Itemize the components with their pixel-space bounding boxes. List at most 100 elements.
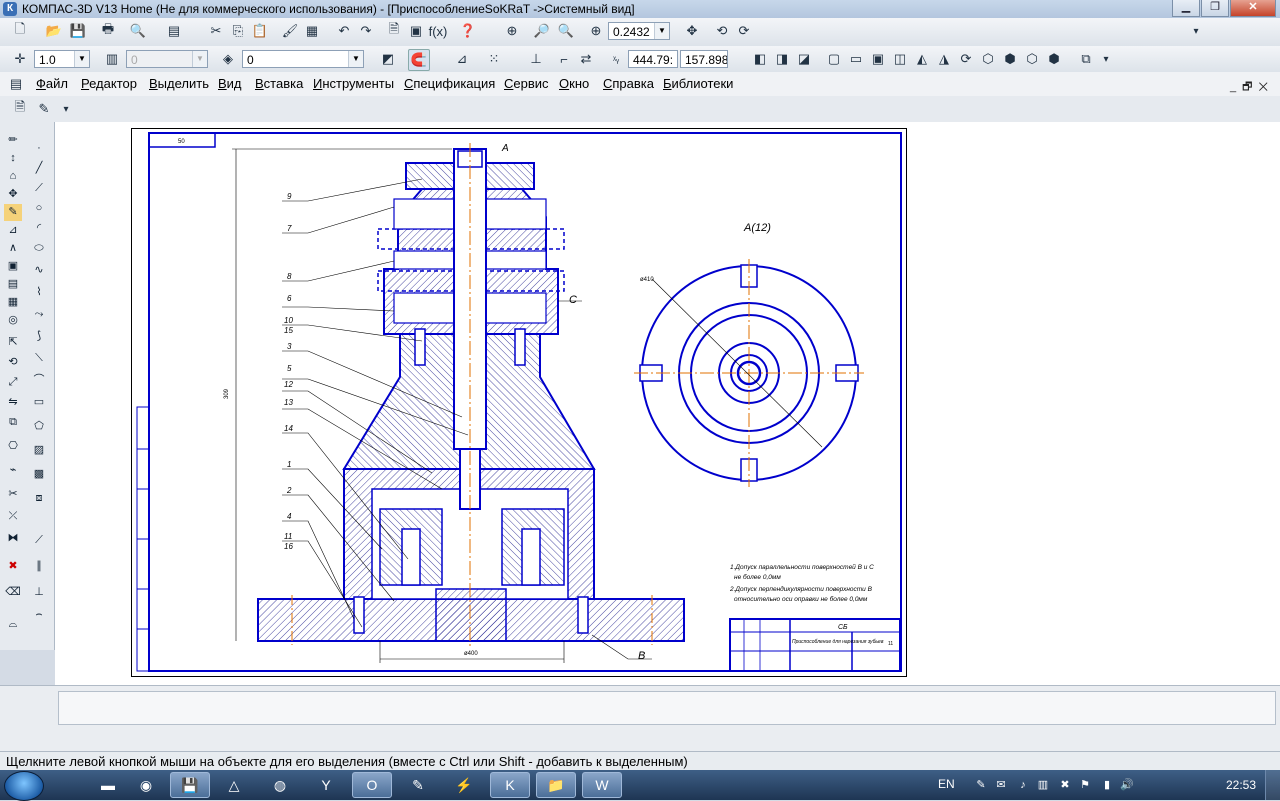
redo-icon[interactable]: ↷ [356, 21, 376, 41]
measure-icon[interactable]: ⊿ [4, 222, 22, 239]
tray-messenger-icon[interactable]: ✉ [994, 778, 1008, 792]
cube-icon[interactable]: ⬡ [978, 49, 998, 69]
deform-icon[interactable]: ⎔ [4, 438, 22, 455]
taskbar-app-kompas-icon[interactable]: K [490, 772, 530, 798]
print-preview-icon[interactable]: 🔍 [128, 21, 148, 41]
coord-x-field[interactable]: 444.79: [628, 50, 678, 68]
show-desktop-button[interactable] [1265, 770, 1280, 800]
manager-icon[interactable]: ▦ [302, 21, 322, 41]
symmetry-icon[interactable]: ⇋ [4, 394, 22, 411]
taskbar-app-pen-icon[interactable]: ✎ [398, 772, 438, 798]
step-combo[interactable]: 1.0 ▼ [34, 50, 90, 68]
copy-tool-icon[interactable]: ⧉ [4, 414, 22, 431]
new-document-icon[interactable]: 🗋 [10, 21, 30, 41]
properties-field[interactable] [58, 691, 1276, 725]
tray-network-icon[interactable]: ▥ [1036, 778, 1050, 792]
paste-icon[interactable]: 📋 [250, 21, 270, 41]
step-icon[interactable]: ✛ [10, 49, 30, 69]
chevron-down-icon[interactable]: ▼ [192, 51, 207, 67]
cube-4-icon[interactable]: ⬢ [1044, 49, 1064, 69]
menu-help[interactable]: Справка [603, 76, 654, 91]
segment-icon[interactable]: ⟋ [30, 180, 48, 197]
print-icon[interactable]: 🖶 [98, 21, 118, 41]
hidden-lines-icon[interactable]: ▣ [868, 49, 888, 69]
taskbar-app-save-icon[interactable]: 💾 [170, 772, 210, 798]
polyline-icon[interactable]: ⌇ [30, 284, 48, 301]
layers-stack-icon[interactable]: ◈ [218, 49, 238, 69]
maximize-button[interactable]: ❐ [1201, 0, 1229, 17]
drawing-sheet[interactable]: 9 7 8 6 10 15 3 5 12 13 14 1 2 4 11 16 C… [131, 128, 907, 677]
snap-toggle-icon[interactable]: ⇄ [576, 49, 596, 69]
spline-icon[interactable]: ∿ [30, 262, 48, 279]
view-icon[interactable]: ◩ [378, 49, 398, 69]
spec-icon[interactable]: ▤ [4, 276, 22, 293]
ellipse-icon[interactable]: ⬭ [30, 240, 48, 257]
tray-pen-icon[interactable]: ✎ [974, 778, 988, 792]
perspective-icon[interactable]: ◭ [912, 49, 932, 69]
ortho-icon[interactable]: ⊿ [452, 49, 472, 69]
clear-icon[interactable]: ⌫ [4, 584, 22, 601]
circle-icon[interactable]: ○ [30, 200, 48, 217]
taskbar-app-lightning-icon[interactable]: ⚡ [444, 772, 484, 798]
mdi-minimize-icon[interactable]: _ [1230, 81, 1242, 93]
angle-icon[interactable]: ∧ [4, 240, 22, 257]
document-menu-icon[interactable]: ▤ [6, 74, 26, 94]
magnet-snap-icon[interactable]: 🧲 [408, 49, 430, 71]
cube-2-icon[interactable]: ⬢ [1000, 49, 1020, 69]
taskbar-app-terminal-icon[interactable]: ▬ [88, 772, 128, 798]
layers-icon[interactable]: ▣ [406, 21, 426, 41]
dimensions-icon[interactable]: ↕ [4, 150, 22, 167]
menu-select[interactable]: Выделить [149, 76, 209, 91]
halftone-icon[interactable]: ◫ [890, 49, 910, 69]
taskbar-app-firefox-icon[interactable]: ◍ [260, 772, 300, 798]
mdi-close-icon[interactable]: ✕ [1258, 81, 1274, 93]
wireframe-icon[interactable]: ▭ [846, 49, 866, 69]
close-button[interactable]: ✕ [1230, 0, 1276, 17]
menu-libraries[interactable]: Библиотеки [663, 76, 733, 91]
rectangle-icon[interactable]: ▭ [30, 394, 48, 411]
edit-icon[interactable]: ✥ [4, 186, 22, 203]
chevron-down-icon[interactable]: ▼ [74, 51, 89, 67]
taskbar-app-word-icon[interactable]: W [582, 772, 622, 798]
insert-icon[interactable]: ◎ [4, 312, 22, 329]
menu-view[interactable]: Вид [218, 76, 242, 91]
menu-tools[interactable]: Инструменты [313, 76, 394, 91]
kompas-app-icon[interactable]: К [3, 2, 17, 16]
tray-bars-icon[interactable]: ▮ [1100, 778, 1114, 792]
chevron-down-icon[interactable]: ▼ [654, 23, 669, 39]
tangent-icon[interactable]: ⌢ [30, 606, 48, 623]
view-a-drawing[interactable]: A(12) ø410 [634, 222, 864, 487]
save-icon[interactable]: 💾 [68, 21, 88, 41]
arc-icon[interactable]: ◜ [30, 220, 48, 237]
grid-icon[interactable]: ⁙ [484, 49, 504, 69]
view-front-icon[interactable]: ◪ [794, 49, 814, 69]
main-section-view[interactable]: 9 7 8 6 10 15 3 5 12 13 14 1 2 4 11 16 C… [178, 139, 685, 663]
ortho-mode-icon[interactable]: ⌐ [554, 49, 574, 69]
cut-icon[interactable]: ✂ [206, 21, 226, 41]
scale-icon[interactable]: ⤢ [4, 374, 22, 391]
auxiliary-line-icon[interactable]: ╱ [30, 160, 48, 177]
shaded-icon[interactable]: ▢ [824, 49, 844, 69]
tray-volume-icon[interactable]: 🔊 [1120, 778, 1134, 792]
undo-icon[interactable]: ↶ [334, 21, 354, 41]
fill-icon[interactable]: ▩ [30, 466, 48, 483]
tray-alert-icon[interactable]: ✖ [1058, 778, 1072, 792]
bezier-icon[interactable]: ⤳ [30, 306, 48, 323]
taskbar-app-opera-icon[interactable]: O [352, 772, 392, 798]
orientation-icon[interactable]: ⧉ [1076, 49, 1096, 69]
point-icon[interactable]: · [30, 140, 48, 157]
join-icon[interactable]: ⧓ [4, 530, 22, 547]
tray-flag-icon[interactable]: ⚑ [1078, 778, 1092, 792]
fillet-icon[interactable]: ⌓ [4, 616, 22, 633]
rotate-view-icon[interactable]: ⟳ [956, 49, 976, 69]
help-pointer-icon[interactable]: ❓ [458, 21, 478, 41]
copy-icon[interactable]: ⎘ [228, 21, 248, 41]
parallel-icon[interactable]: ∥ [30, 558, 48, 575]
local-cs-icon[interactable]: ⊥ [526, 49, 546, 69]
format-brush-icon[interactable]: 🖌 [280, 21, 300, 41]
zoom-in-icon[interactable]: 🔎 [532, 21, 552, 41]
regenerate-icon[interactable]: ⟳ [734, 21, 754, 41]
pan-icon[interactable]: ✥ [682, 21, 702, 41]
view-top-icon[interactable]: ◨ [772, 49, 792, 69]
minimize-button[interactable]: ▁ [1172, 0, 1200, 17]
